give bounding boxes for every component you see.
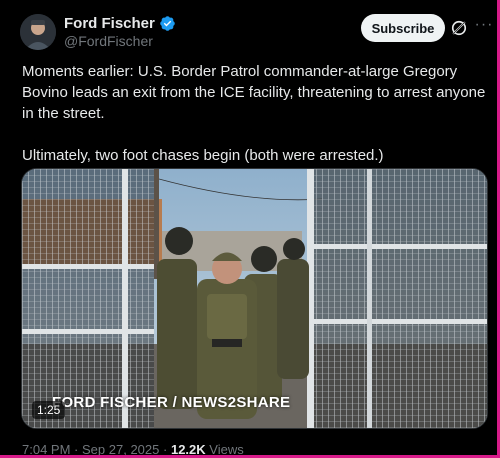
user-handle[interactable]: @FordFischer [64,33,153,49]
more-icon[interactable]: ··· [474,17,494,38]
tweet-time[interactable]: 7:04 PM [22,442,70,455]
tweet-frame: Ford Fischer @FordFischer Subscribe ··· … [0,0,500,458]
verified-badge-icon [160,16,175,31]
video-watermark: FORD FISCHER / NEWS2SHARE [52,394,291,411]
video-duration: 1:25 [32,401,66,419]
display-name[interactable]: Ford Fischer [64,15,176,32]
meta-separator: · [74,442,79,457]
tweet-meta: 7:04 PM · Sep 27, 2025 · 12.2K Views [22,442,244,457]
display-name-text[interactable]: Ford Fischer [64,15,155,32]
avatar-image [20,14,56,50]
subscribe-button[interactable]: Subscribe [361,14,445,42]
video-frame [22,169,487,428]
views-label: Views [209,442,244,457]
tweet-header: Ford Fischer @FordFischer Subscribe ··· [0,0,497,60]
tweet-paragraph-2: Ultimately, two foot chases begin (both … [22,147,384,164]
grok-icon[interactable] [449,18,469,38]
views-count: 12.2K [170,442,206,457]
avatar[interactable] [20,14,56,50]
tweet-paragraph-1: Moments earlier: U.S. Border Patrol comm… [22,63,486,122]
video-player[interactable]: FORD FISCHER / NEWS2SHARE 1:25 [21,168,488,429]
tweet-date[interactable]: Sep 27, 2025 [82,442,159,455]
meta-separator-2: · [163,442,168,457]
